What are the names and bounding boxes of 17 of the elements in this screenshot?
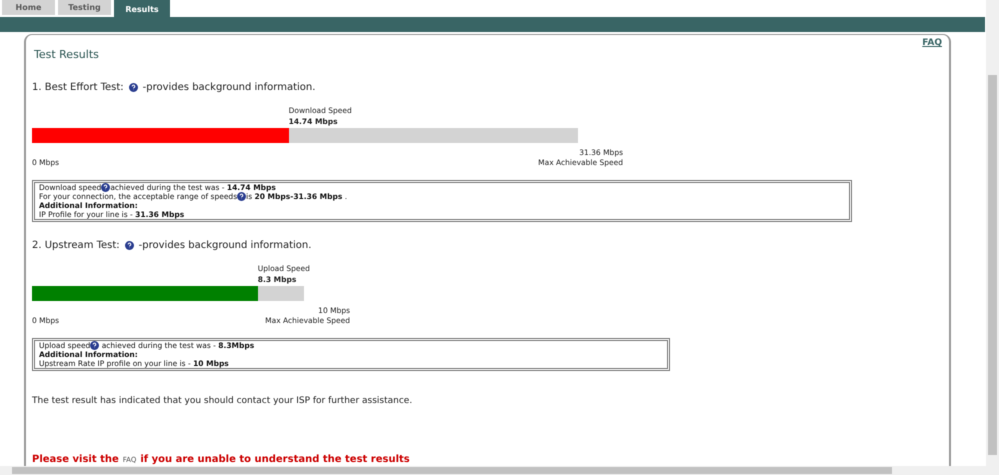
page-title: Test Results [34, 47, 99, 63]
nav-tab[interactable]: Testing [58, 0, 111, 15]
footer-note: Please visit the [32, 453, 119, 467]
result-message: The test result has indicated that you should contact your ISP for further assistance. [32, 394, 414, 408]
help-icon[interactable] [90, 340, 100, 350]
section-heading: 1. Best Effort Test: [32, 80, 124, 94]
footer-note: if you are unable to understand the test results [140, 453, 410, 467]
faq-link[interactable]: FAQ [922, 37, 942, 50]
help-icon[interactable] [124, 240, 134, 250]
nav-tab[interactable]: Home [2, 0, 55, 15]
help-icon[interactable] [128, 82, 138, 92]
section-heading: 2. Upstream Test: [32, 238, 120, 252]
help-icon[interactable] [237, 192, 246, 200]
nav-tab[interactable]: Results [114, 0, 170, 17]
section-description: -provides background information. [138, 238, 312, 252]
section-description: -provides background information. [142, 80, 316, 94]
help-icon[interactable] [101, 182, 110, 192]
